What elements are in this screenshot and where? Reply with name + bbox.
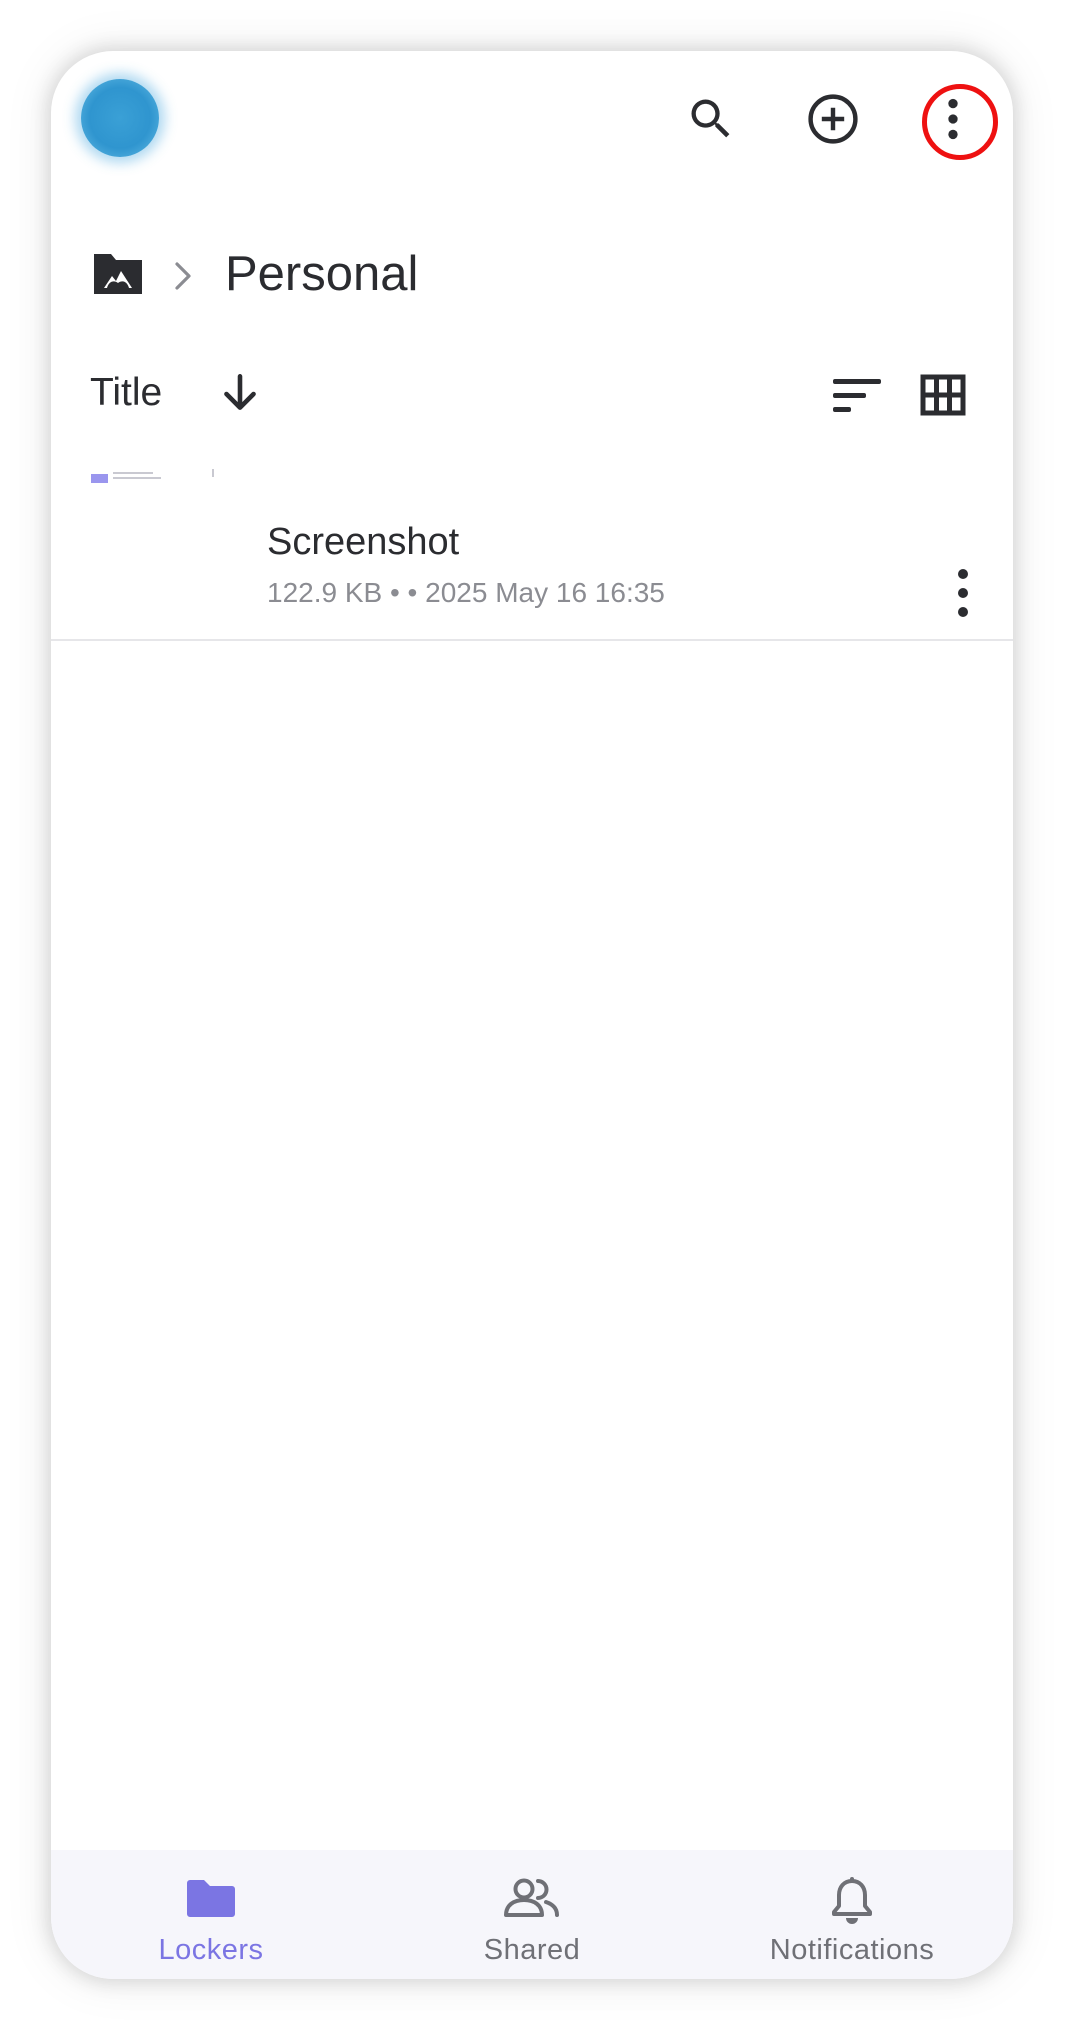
file-title: Screenshot — [267, 521, 460, 563]
search-button[interactable] — [681, 89, 741, 149]
chevron-right-icon — [175, 262, 191, 290]
folder-icon — [187, 1880, 235, 1917]
locker-folder-icon[interactable] — [91, 250, 145, 298]
nav-label-lockers: Lockers — [158, 1934, 264, 1966]
search-icon — [691, 99, 730, 138]
avatar[interactable] — [81, 79, 159, 157]
nav-item-notifications[interactable]: Notifications — [692, 1850, 1012, 1979]
app-screen: Personal Title Screenshot 122.9 KB • • 2… — [51, 51, 1013, 1979]
bell-icon — [832, 1877, 872, 1924]
more-vert-icon — [948, 98, 958, 140]
sort-field-label[interactable]: Title — [90, 371, 162, 415]
file-meta: 122.9 KB • • 2025 May 16 16:35 — [267, 577, 665, 608]
nav-item-lockers[interactable]: Lockers — [51, 1850, 371, 1979]
grid-view-icon[interactable] — [919, 371, 967, 419]
list-item[interactable]: Screenshot 122.9 KB • • 2025 May 16 16:3… — [51, 469, 1013, 641]
arrow-down-icon[interactable] — [215, 368, 265, 418]
nav-label-shared: Shared — [483, 1934, 581, 1966]
current-locker-title: Personal — [225, 247, 419, 301]
bottom-navigation: Lockers Shared Notifications — [51, 1850, 1013, 1979]
add-circle-icon — [808, 94, 858, 144]
overflow-menu-button[interactable] — [921, 87, 985, 151]
more-vert-icon[interactable] — [943, 565, 983, 621]
sort-lines-icon[interactable] — [831, 373, 883, 417]
people-icon — [504, 1878, 559, 1917]
file-thumbnail — [91, 469, 221, 559]
add-button[interactable] — [801, 87, 865, 151]
nav-label-notifications: Notifications — [769, 1934, 935, 1966]
breadcrumb: Personal — [91, 236, 791, 326]
nav-item-shared[interactable]: Shared — [372, 1850, 692, 1979]
